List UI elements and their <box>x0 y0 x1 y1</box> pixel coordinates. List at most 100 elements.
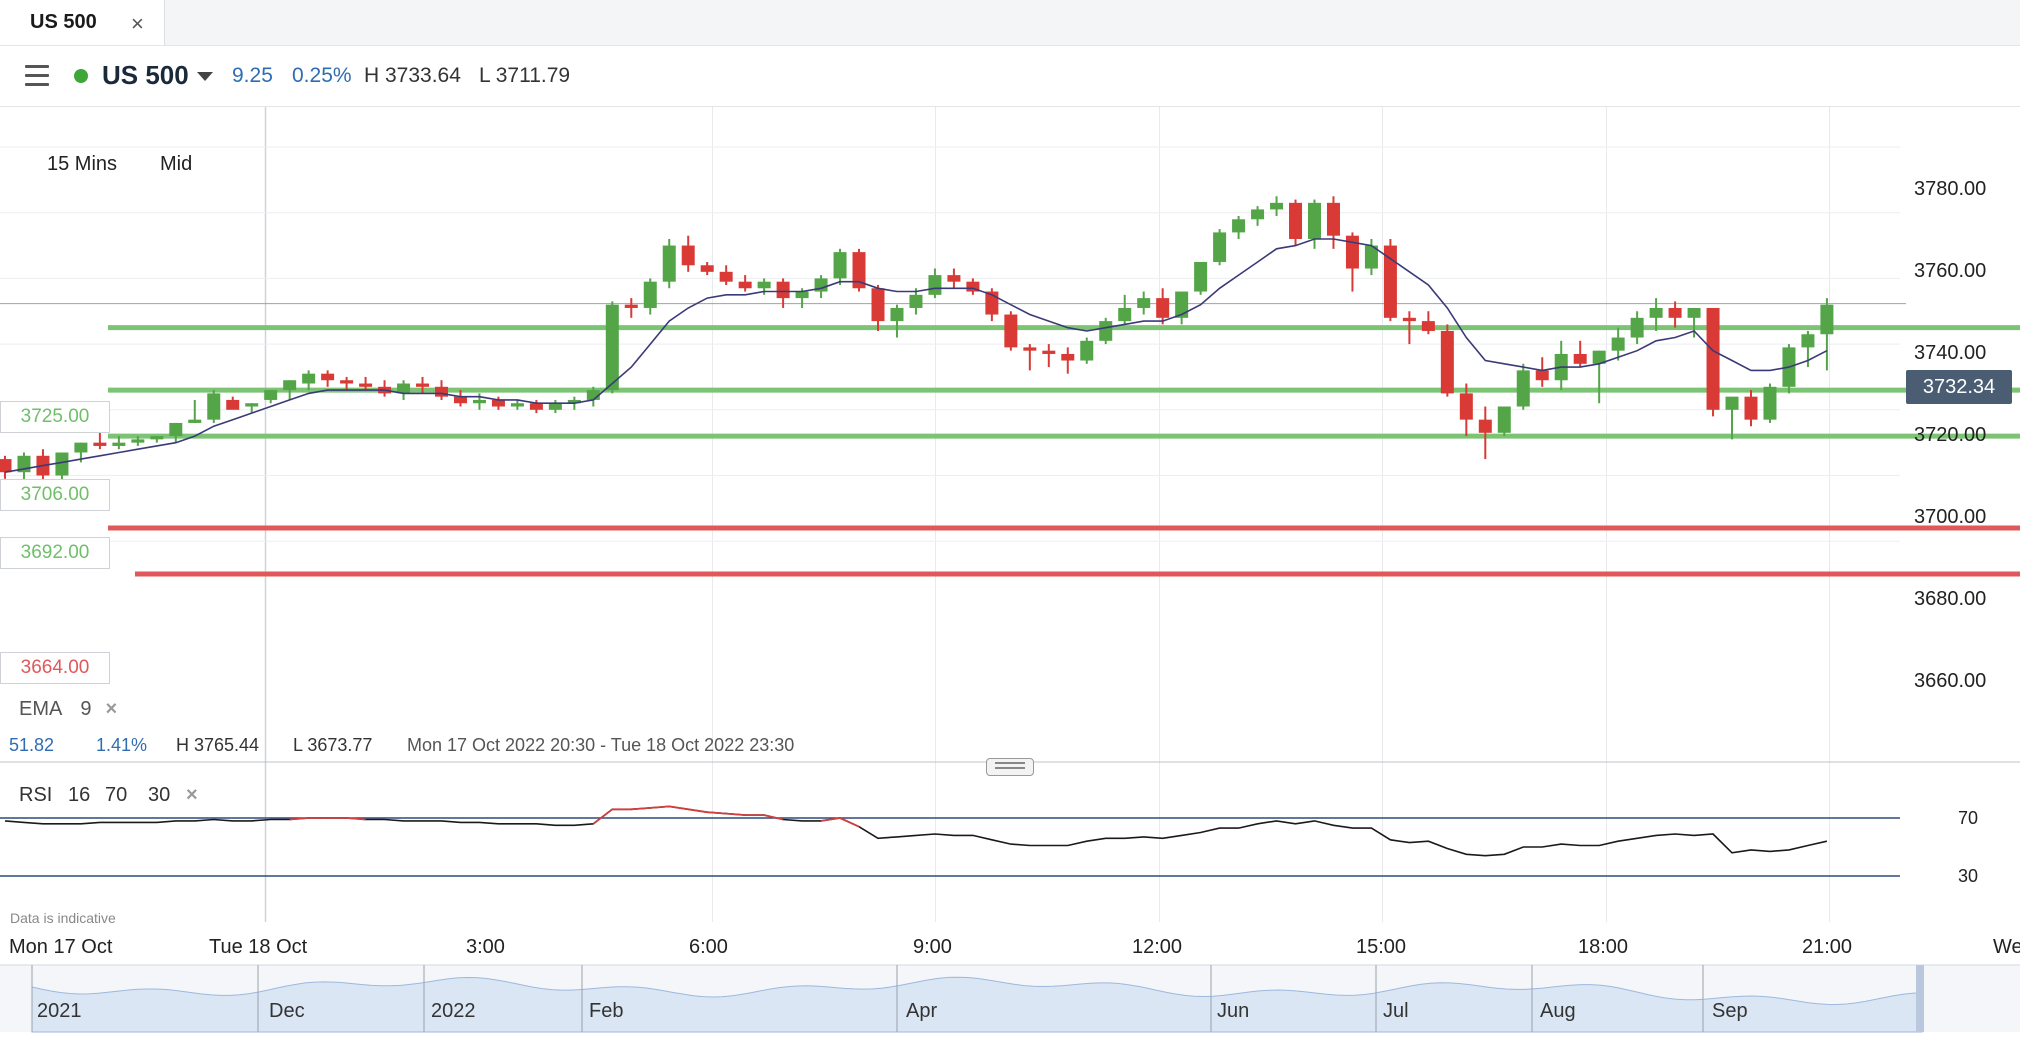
candle-body <box>453 396 467 404</box>
candle-body <box>928 275 942 295</box>
rsi-lower[interactable]: 30 <box>148 784 170 807</box>
rsi-panel <box>0 805 1900 877</box>
candle-body <box>1687 307 1701 318</box>
candle-body <box>302 373 316 384</box>
candle-body <box>738 281 752 289</box>
candle-body <box>472 399 486 404</box>
candle-body <box>1535 370 1549 381</box>
panel-resize-handle[interactable] <box>986 758 1034 776</box>
candle-body <box>1194 261 1208 292</box>
market-status-dot <box>74 69 88 83</box>
candle-body <box>359 383 373 387</box>
candle-body <box>1763 386 1777 420</box>
level-label[interactable]: 3725.00 <box>0 401 110 433</box>
candle-body <box>1516 370 1530 407</box>
candle-body <box>264 390 278 400</box>
candle-body <box>131 439 145 443</box>
interval-selector[interactable]: 15 Mins <box>47 153 117 176</box>
candle-body <box>491 399 505 407</box>
ema-period[interactable]: 9 <box>80 698 91 721</box>
close-icon[interactable]: × <box>131 11 144 37</box>
candle-body <box>434 386 448 397</box>
candle-body <box>150 436 164 440</box>
candle-body <box>719 271 733 282</box>
candle-body <box>548 403 562 410</box>
range-change: 51.82 <box>9 735 55 755</box>
rsi-name: RSI <box>19 784 53 806</box>
remove-rsi-icon[interactable]: × <box>186 784 198 807</box>
navigator-label: 2022 <box>431 1000 476 1022</box>
candle-body <box>1251 209 1265 220</box>
tab-us500[interactable]: US 500 × <box>0 0 165 45</box>
candle-body <box>1080 340 1094 361</box>
y-tick-label: 3780.00 <box>1914 178 1987 200</box>
x-tick-label: We <box>1993 936 2020 958</box>
candle-body <box>207 393 221 420</box>
session-low: L 3711.79 <box>479 64 571 87</box>
range-low: L 3673.77 <box>293 735 373 755</box>
candle-body <box>947 275 961 282</box>
candle-body <box>795 291 809 299</box>
y-tick-label: 3660.00 <box>1914 670 1987 692</box>
candle-body <box>1744 396 1758 420</box>
price-type-selector[interactable]: Mid <box>160 153 192 176</box>
candle-body <box>1820 304 1834 335</box>
ema-legend: EMA 9 × <box>0 694 117 724</box>
level-label[interactable]: 3706.00 <box>0 479 110 511</box>
x-tick-label: 12:00 <box>1132 936 1183 958</box>
remove-ema-icon[interactable]: × <box>105 698 117 721</box>
candle-body <box>700 265 714 272</box>
rsi-period[interactable]: 16 <box>68 784 90 807</box>
candle-body <box>890 307 904 322</box>
rsi-overbought-segment <box>726 812 746 816</box>
candle-body <box>1402 317 1416 322</box>
candle-body <box>909 294 923 308</box>
candle-body <box>321 373 335 381</box>
candle-body <box>1061 353 1075 361</box>
price-chart[interactable] <box>0 107 2020 1046</box>
tab-bar: US 500 × <box>0 0 2020 46</box>
candle-body <box>1213 232 1227 262</box>
range-dates: Mon 17 Oct 2022 20:30 - Tue 18 Oct 2022 … <box>407 735 795 755</box>
candle-body <box>1137 298 1151 308</box>
candle-body <box>1573 353 1587 364</box>
hamburger-menu-icon[interactable] <box>25 65 49 87</box>
candle-body <box>340 380 354 384</box>
candlestick-series <box>0 196 1834 496</box>
candle-body <box>1042 350 1056 354</box>
x-tick-label: Tue 18 Oct <box>209 936 308 958</box>
disclaimer: Data is indicative <box>10 910 116 926</box>
rsi-upper[interactable]: 70 <box>105 784 127 807</box>
candle-body <box>416 383 430 387</box>
candle-body <box>871 288 885 322</box>
rsi-overbought-segment <box>592 808 613 825</box>
navigator-label: Dec <box>269 1000 305 1022</box>
candle-body <box>1345 235 1359 269</box>
candle-body <box>1118 307 1132 322</box>
x-tick-label: 15:00 <box>1356 936 1407 958</box>
x-tick-label: 9:00 <box>913 936 952 958</box>
x-tick-label: 21:00 <box>1802 936 1853 958</box>
navigator-handle <box>1916 965 1924 1032</box>
rsi-overbought-segment <box>669 805 689 811</box>
candle-body <box>226 399 240 410</box>
ema-name: EMA <box>19 697 63 720</box>
y-tick-label: 3680.00 <box>1914 588 1987 610</box>
instrument-name[interactable]: US 500 <box>102 60 189 91</box>
candle-body <box>245 403 259 407</box>
level-label[interactable]: 3664.00 <box>0 652 110 684</box>
rsi-overbought-segment <box>839 817 860 828</box>
candle-body <box>1801 334 1815 348</box>
x-tick-label: 3:00 <box>466 936 505 958</box>
chevron-down-icon[interactable] <box>197 72 213 81</box>
navigator-label: Feb <box>589 1000 624 1022</box>
candle-body <box>1497 406 1511 433</box>
candle-body <box>776 281 790 299</box>
range-change-pct: 1.41% <box>96 735 148 755</box>
candle-body <box>1270 202 1284 210</box>
navigator-label: Sep <box>1712 1000 1748 1022</box>
x-tick-label: Mon 17 Oct <box>9 936 113 958</box>
candle-body <box>169 422 183 437</box>
level-label[interactable]: 3692.00 <box>0 537 110 569</box>
candle-body <box>1004 314 1018 348</box>
